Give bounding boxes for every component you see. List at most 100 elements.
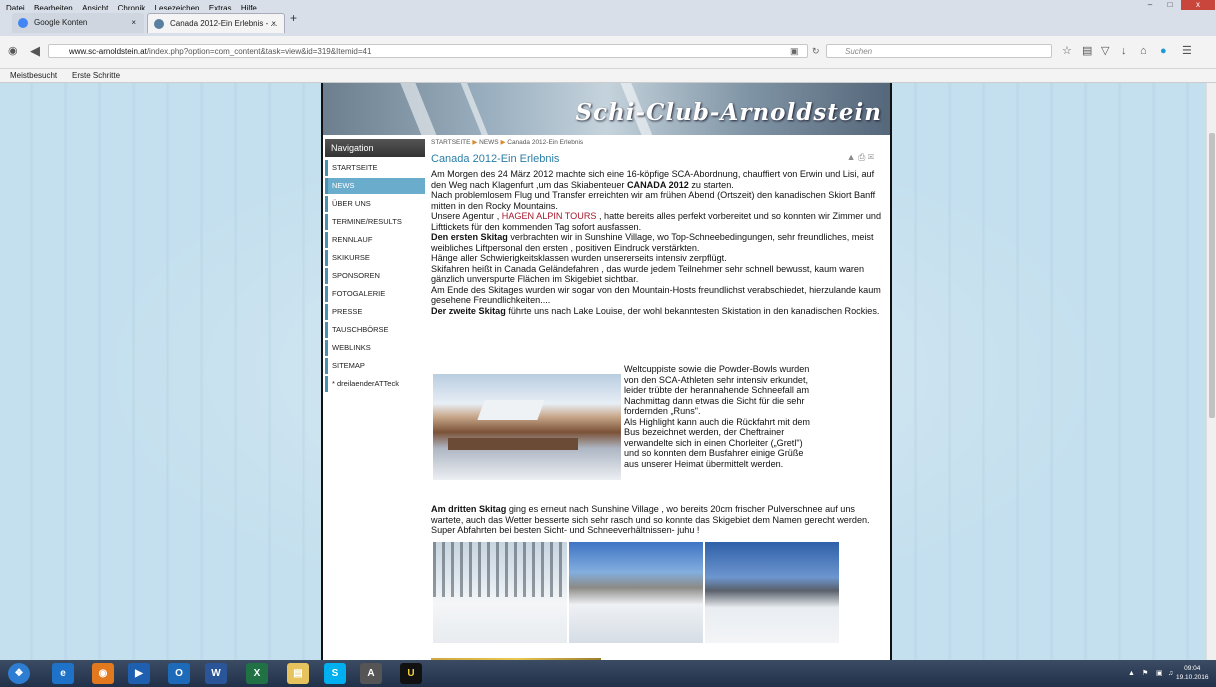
paragraph-second-day: Weltcuppiste sowie die Powder-Bowls wurd… — [624, 364, 874, 469]
text: Am Ende des Skitages wurden wir sogar vo… — [431, 284, 881, 306]
navigation-heading: Navigation — [325, 139, 425, 157]
nav-item-presse[interactable]: PRESSE — [325, 304, 425, 320]
nav-item-termine-results[interactable]: TERMINE/RESULTS — [325, 214, 425, 230]
pdf-icon[interactable]: ▲ — [847, 152, 856, 162]
tab-canada-2012[interactable]: Canada 2012-Ein Erlebnis - ... × — [147, 13, 285, 33]
nav-item-weblinks[interactable]: WEBLINKS — [325, 340, 425, 356]
u-app-icon[interactable]: U — [400, 663, 422, 684]
nav-item-startseite[interactable]: STARTSEITE — [325, 160, 425, 176]
network-icon[interactable]: ▣ — [1156, 660, 1163, 687]
ski-photo-2 — [569, 542, 703, 643]
text: Als Highlight kann auch die Rückfahrt mi… — [624, 416, 811, 427]
nav-item-tauschboerse[interactable]: TAUSCHBÖRSE — [325, 322, 425, 338]
breadcrumb-news[interactable]: NEWS — [479, 139, 499, 146]
pocket-icon[interactable]: ▽ — [1101, 44, 1109, 58]
flag-icon[interactable]: ⚑ — [1142, 660, 1148, 687]
agency-link[interactable]: HAGEN ALPIN TOURS — [502, 211, 597, 221]
bookmark-meistbesucht[interactable]: Meistbesucht — [10, 69, 57, 82]
breadcrumb: STARTSEITE ▶ NEWS ▶ Canada 2012-Ein Erle… — [431, 138, 886, 148]
text: führte uns nach Lake Louise, der wohl be… — [505, 305, 880, 316]
url-host: www.sc-arnoldstein.at — [69, 47, 147, 56]
text: Nach problemlosem Flug und Transfer erre… — [431, 190, 876, 211]
google-icon — [18, 18, 28, 28]
nav-item-dreilaender[interactable]: * dreilaenderATTeck — [325, 376, 425, 392]
nav-item-sponsoren[interactable]: SPONSOREN — [325, 268, 425, 284]
text: Skifahren heißt in Canada Geländefahren … — [431, 263, 865, 285]
clock[interactable]: 09:04 19.10.2016 — [1176, 664, 1209, 682]
minimize-button[interactable]: – — [1140, 0, 1160, 10]
download-icon[interactable]: ↓ — [1121, 44, 1127, 58]
reader-view-icon[interactable]: ▣ — [790, 44, 799, 58]
nav-item-news[interactable]: NEWS — [325, 178, 425, 194]
explorer-icon[interactable]: ▤ — [287, 663, 309, 684]
text: fordernden „Runs". — [624, 406, 701, 416]
ski-photo-1 — [433, 542, 567, 643]
breadcrumb-arrow-icon: ▶ — [500, 139, 506, 146]
breadcrumb-startseite[interactable]: STARTSEITE — [431, 139, 471, 146]
start-button[interactable]: ❖ — [8, 663, 30, 684]
sidebar: Navigation STARTSEITE NEWS ÜBER UNS TERM… — [325, 139, 425, 394]
nav-item-fotogalerie[interactable]: FOTOGALERIE — [325, 286, 425, 302]
menu-icon[interactable]: ☰ — [1182, 44, 1192, 58]
text: Hänge aller Schwierigkeitsklassen wurden… — [431, 253, 727, 263]
site-title: Schi-Club-Arnoldstein — [575, 99, 882, 126]
media-player-icon[interactable]: ▶ — [128, 663, 150, 684]
tray-arrow-icon[interactable]: ▲ — [1128, 660, 1135, 687]
text: leider trübte der herannahende Schneefal… — [624, 385, 810, 395]
tab-google-konten[interactable]: Google Konten × — [12, 13, 144, 33]
article-tools: ▲ ⎙ ✉ — [847, 152, 874, 163]
new-tab-button[interactable]: + — [290, 11, 297, 25]
taskbar: ❖ e ◉ ▶ O W X ▤ S A U ▲ ⚑ ▣ ♫ 09:04 19.1… — [0, 660, 1216, 687]
nav-item-sitemap[interactable]: SITEMAP — [325, 358, 425, 374]
back-button[interactable]: ◀ — [30, 43, 40, 59]
tab-label: Google Konten — [34, 18, 88, 27]
menu-bar: Datei Bearbeiten Ansicht Chronik Lesezei… — [0, 0, 1216, 13]
close-window-button[interactable]: x — [1181, 0, 1215, 10]
star-icon[interactable]: ☆ — [1062, 44, 1072, 58]
nav-item-ueber-uns[interactable]: ÜBER UNS — [325, 196, 425, 212]
bookmarks-bar: Meistbesucht Erste Schritte — [0, 69, 1216, 83]
main-content: STARTSEITE ▶ NEWS ▶ Canada 2012-Ein Erle… — [431, 138, 886, 316]
clock-time: 09:04 — [1184, 665, 1201, 672]
reading-list-icon[interactable]: ▤ — [1082, 44, 1092, 58]
print-icon[interactable]: ⎙ — [858, 152, 865, 162]
site-container: Schi-Club-Arnoldstein Navigation STARTSE… — [321, 83, 892, 660]
excel-icon[interactable]: X — [246, 663, 268, 684]
acrobat-icon[interactable]: A — [360, 663, 382, 684]
word-icon[interactable]: W — [205, 663, 227, 684]
scrollbar-thumb[interactable] — [1209, 133, 1215, 418]
reload-icon[interactable]: ↻ — [812, 44, 820, 58]
text-bold: CANADA 2012 — [626, 179, 689, 190]
ie-icon[interactable]: e — [52, 663, 74, 684]
breadcrumb-arrow-icon: ▶ — [472, 139, 478, 146]
search-input[interactable]: Suchen — [826, 44, 1052, 58]
scrollbar[interactable] — [1206, 83, 1216, 660]
text-bold: Am dritten Skitag — [431, 504, 507, 514]
outlook-icon[interactable]: O — [168, 663, 190, 684]
nav-item-skikurse[interactable]: SKIKURSE — [325, 250, 425, 266]
tab-bar: Google Konten × Canada 2012-Ein Erlebnis… — [0, 10, 1216, 36]
email-icon[interactable]: ✉ — [868, 152, 874, 162]
address-bar[interactable]: www.sc-arnoldstein.at/index.php?option=c… — [48, 44, 808, 58]
text: verwandelte sich in einen Chorleiter („G… — [624, 437, 803, 448]
paragraph-third-day: Am dritten Skitag ging es erneut nach Su… — [431, 504, 886, 536]
close-tab-icon[interactable]: × — [271, 14, 276, 34]
text: von den SCA-Athleten sehr intensiv erkun… — [624, 374, 809, 385]
text: zu starten. — [688, 179, 734, 190]
tab-label: Canada 2012-Ein Erlebnis - ... — [170, 19, 278, 28]
ski-photo-3 — [705, 542, 839, 643]
firefox-icon[interactable]: ◉ — [8, 44, 18, 57]
skype-icon[interactable]: ● — [1160, 44, 1167, 58]
skype-icon[interactable]: S — [324, 663, 346, 684]
text-bold: Den ersten Skitag — [431, 232, 508, 242]
url-path: /index.php?option=com_content&task=view&… — [146, 47, 372, 56]
close-tab-icon[interactable]: × — [131, 13, 136, 33]
maximize-button[interactable]: □ — [1160, 0, 1180, 10]
firefox-icon[interactable]: ◉ — [92, 663, 114, 684]
bookmark-erste-schritte[interactable]: Erste Schritte — [72, 69, 120, 82]
text: Nachmittag dann etwas die Sicht für die … — [624, 395, 805, 406]
text: und so konnten dem Busfahrer einige Grüß… — [624, 448, 804, 458]
volume-icon[interactable]: ♫ — [1168, 660, 1173, 687]
home-icon[interactable]: ⌂ — [1140, 44, 1147, 58]
nav-item-rennlauf[interactable]: RENNLAUF — [325, 232, 425, 248]
